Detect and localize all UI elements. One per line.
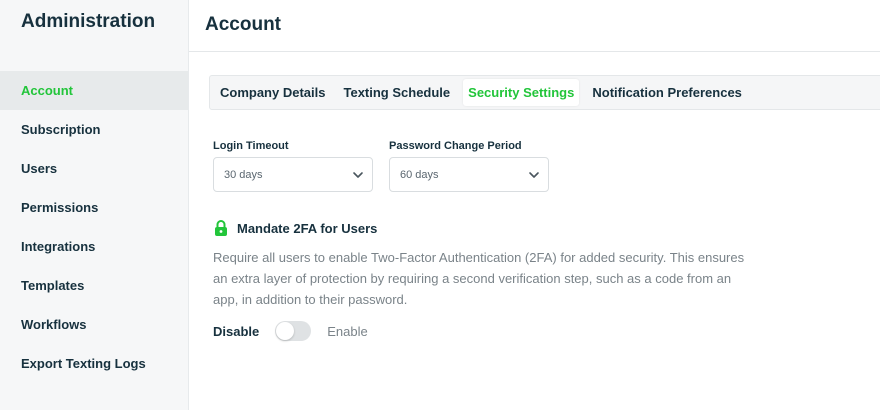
sidebar-item-users[interactable]: Users xyxy=(0,149,188,188)
mfa-toggle-row: Disable Enable xyxy=(213,321,368,341)
login-timeout-label: Login Timeout xyxy=(213,140,289,152)
tab-security-settings[interactable]: Security Settings xyxy=(463,79,580,106)
sidebar-item-integrations[interactable]: Integrations xyxy=(0,227,188,266)
toggle-knob xyxy=(276,322,295,340)
password-change-period-select[interactable]: 60 days xyxy=(389,157,549,192)
mfa-header: Mandate 2FA for Users xyxy=(213,219,377,237)
sidebar-item-subscription[interactable]: Subscription xyxy=(0,110,188,149)
sidebar-item-permissions[interactable]: Permissions xyxy=(0,188,188,227)
login-timeout-value: 30 days xyxy=(224,168,263,181)
page-header: Account xyxy=(189,0,880,52)
chevron-down-icon xyxy=(353,172,363,178)
sidebar: Administration Account Subscription User… xyxy=(0,0,189,410)
password-change-period-value: 60 days xyxy=(400,168,439,181)
enable-label: Enable xyxy=(327,323,368,339)
tab-notification-preferences[interactable]: Notification Preferences xyxy=(587,79,747,106)
tab-company-details[interactable]: Company Details xyxy=(215,79,330,106)
tab-texting-schedule[interactable]: Texting Schedule xyxy=(338,79,455,106)
mfa-toggle[interactable] xyxy=(275,321,312,341)
page-title: Account xyxy=(205,14,281,35)
settings-tabs: Company Details Texting Schedule Securit… xyxy=(209,75,880,110)
sidebar-item-workflows[interactable]: Workflows xyxy=(0,305,188,344)
login-timeout-select[interactable]: 30 days xyxy=(213,157,373,192)
lock-icon xyxy=(215,220,227,236)
main-content: Account Company Details Texting Schedule… xyxy=(189,0,880,410)
mfa-title: Mandate 2FA for Users xyxy=(237,220,378,236)
disable-label: Disable xyxy=(213,323,260,339)
sidebar-item-account[interactable]: Account xyxy=(0,71,188,110)
mfa-description: Require all users to enable Two-Factor A… xyxy=(213,250,745,307)
app-window: Administration Account Subscription User… xyxy=(0,0,880,410)
sidebar-nav: Account Subscription Users Permissions I… xyxy=(0,71,188,383)
sidebar-item-export-texting-logs[interactable]: Export Texting Logs xyxy=(0,344,188,383)
chevron-down-icon xyxy=(529,172,539,178)
password-change-period-label: Password Change Period xyxy=(389,140,522,152)
sidebar-item-templates[interactable]: Templates xyxy=(0,266,188,305)
sidebar-title: Administration xyxy=(21,11,156,32)
